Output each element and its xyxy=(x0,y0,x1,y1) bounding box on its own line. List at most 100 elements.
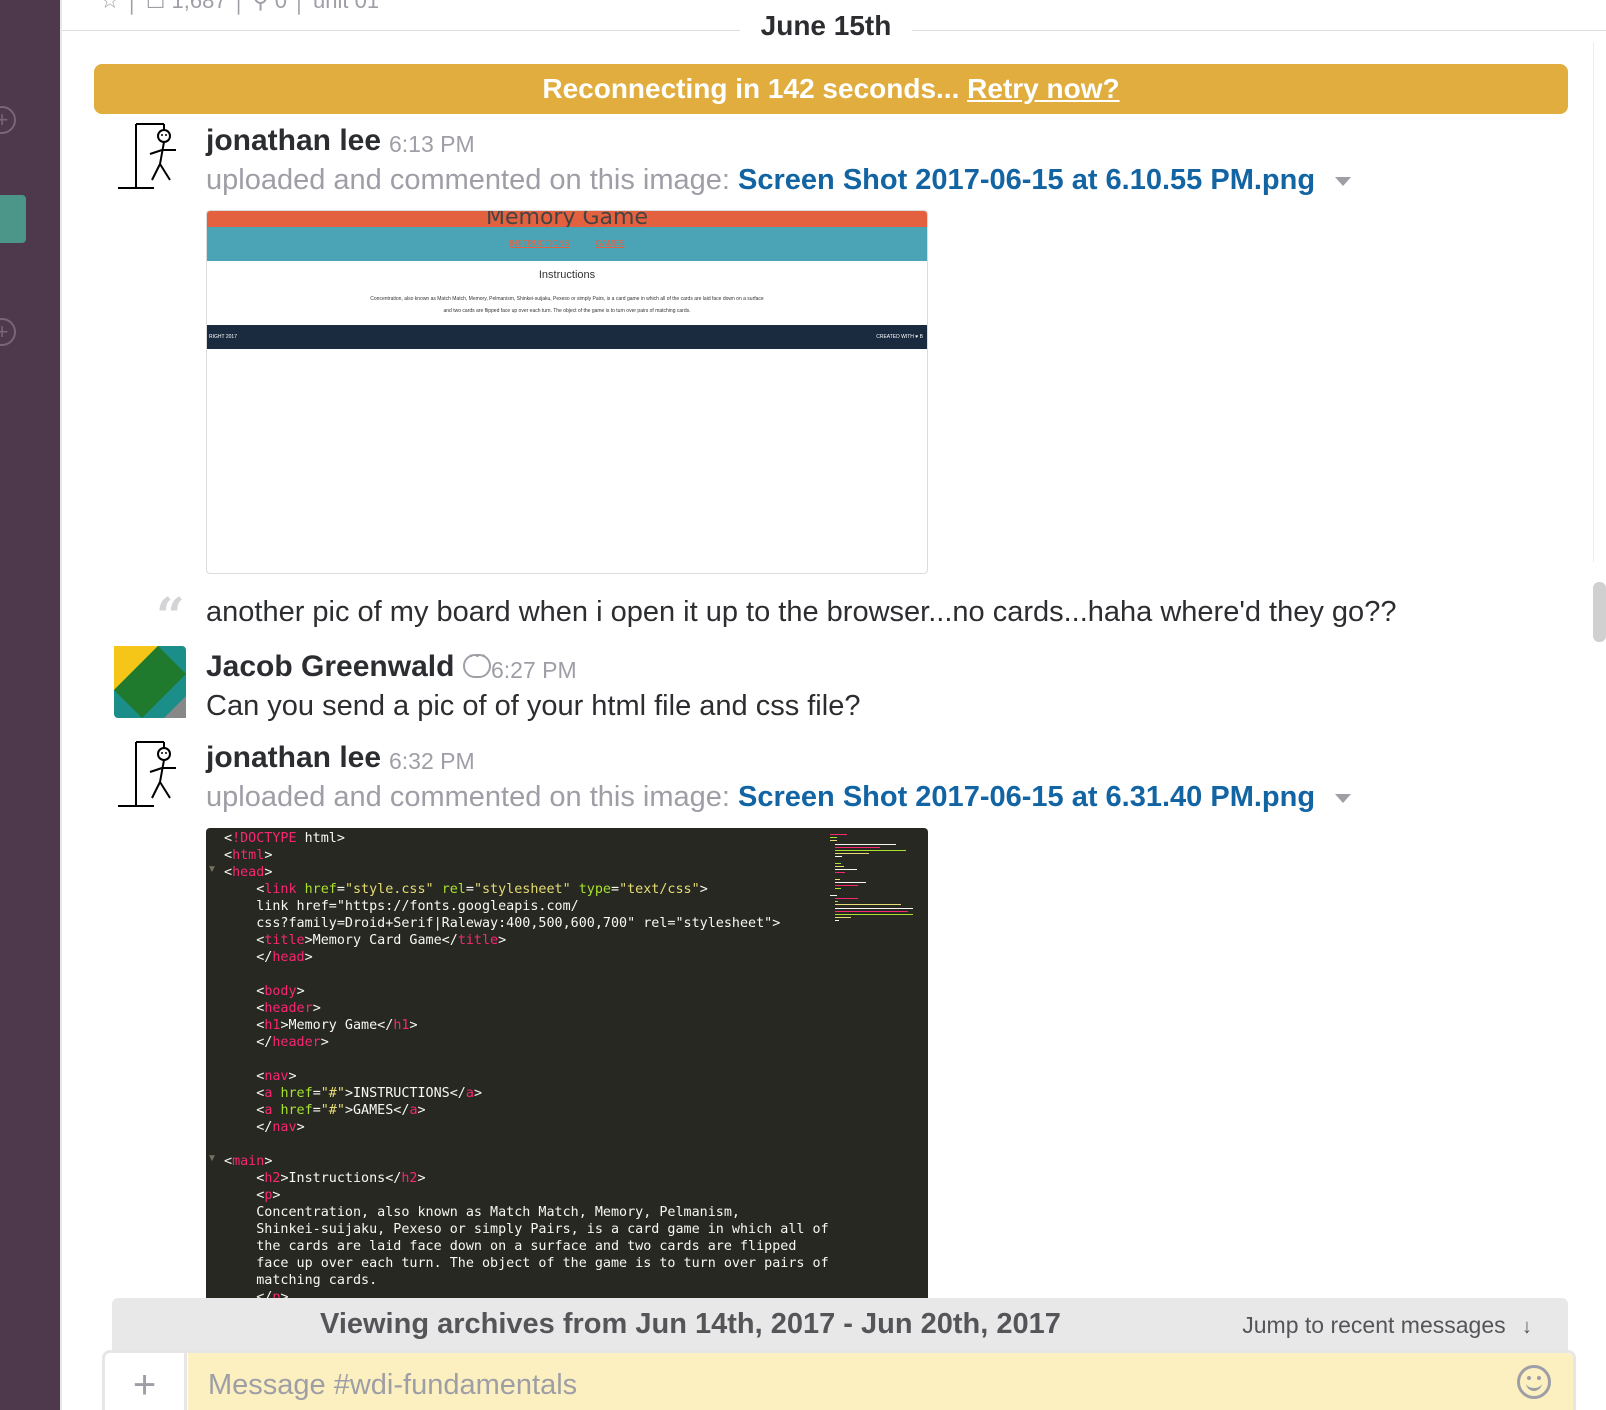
attach-plus-button[interactable]: + xyxy=(105,1353,187,1410)
colorful-logo-avatar-icon xyxy=(114,646,186,718)
file-dropdown-chevron-icon[interactable] xyxy=(1335,176,1352,186)
author-name: Jacob Greenwald xyxy=(206,650,455,683)
image-preview-screenshot-2[interactable]: <!DOCTYPE html> <html> <head> <link href="… xyxy=(206,828,928,1300)
scroll-track xyxy=(1593,42,1606,562)
message-composer: + xyxy=(102,1350,1576,1410)
code-line: <main> xyxy=(224,1154,273,1169)
minimap-line xyxy=(834,843,897,845)
message-timestamp[interactable]: 6:32 PM xyxy=(389,748,475,775)
code-line: <head> xyxy=(224,865,273,880)
jump-to-recent-label: Jump to recent messages xyxy=(1242,1312,1506,1338)
minimap-line xyxy=(834,917,852,919)
image-preview-screenshot-1[interactable]: Memory Game INSTRUCTIONS GAMES Instructi… xyxy=(206,210,928,574)
code-editor-text: <!DOCTYPE html> <html> <head> <link href="… xyxy=(224,830,829,1300)
code-line: matching cards. xyxy=(224,1273,378,1288)
code-line: </header> xyxy=(224,1035,329,1050)
preview-nav-item: GAMES xyxy=(595,239,625,248)
arrow-down-icon: ↓ xyxy=(1522,1316,1532,1338)
message-author[interactable]: jonathan lee xyxy=(206,741,381,775)
minimap-line xyxy=(834,856,843,858)
preview-footer: RIGHT 2017 CREATED WITH ♥ B xyxy=(207,325,927,349)
avatar-jonathan-lee[interactable] xyxy=(114,738,186,810)
file-link[interactable]: Screen Shot 2017-06-15 at 6.10.55 PM.png xyxy=(738,164,1315,196)
archive-range-text: Viewing archives from Jun 14th, 2017 - J… xyxy=(320,1308,1061,1340)
emoji-smiley-icon[interactable] xyxy=(1517,1365,1551,1399)
minimap-line xyxy=(834,904,901,906)
upload-prefix: uploaded and commented on this image: xyxy=(206,781,730,813)
message-timestamp[interactable]: 6:13 PM xyxy=(389,131,475,158)
upload-line: uploaded and commented on this image: Sc… xyxy=(206,164,1352,197)
preview-nav-item: INSTRUCTIONS xyxy=(509,239,570,248)
code-line: </nav> xyxy=(224,1120,305,1135)
comment-quote-icon: “ xyxy=(156,586,185,645)
code-line: <h2>Instructions</h2> xyxy=(224,1171,426,1186)
minimap-line xyxy=(834,869,857,871)
code-line: the cards are laid face down on a surfac… xyxy=(224,1239,797,1254)
code-line: link href="https://fonts.googleapis.com/ xyxy=(224,899,579,914)
minimap-line xyxy=(830,834,847,835)
code-line: face up over each turn. The object of th… xyxy=(224,1256,829,1271)
jump-to-recent-link[interactable]: Jump to recent messages ↓ xyxy=(1242,1312,1532,1339)
scrollbar-thumb[interactable] xyxy=(1593,582,1606,642)
fold-arrow-icon: ▼ xyxy=(207,1153,217,1164)
stick-figure-avatar-icon xyxy=(118,741,176,807)
code-line: <header> xyxy=(224,1001,321,1016)
preview-paragraph: Concentration, also known as Match Match… xyxy=(337,293,797,317)
minimap-line xyxy=(834,846,880,848)
workspace-sidebar: + + xyxy=(0,0,60,1410)
minimap-line xyxy=(834,901,839,903)
minimap-line xyxy=(834,920,840,922)
active-channel-indicator[interactable] xyxy=(0,195,26,243)
speech-bubble-status-icon xyxy=(462,648,491,678)
code-line: <h1>Memory Game</h1> xyxy=(224,1018,418,1033)
code-line: Concentration, also known as Match Match… xyxy=(224,1205,740,1220)
add-direct-message-plus-icon[interactable]: + xyxy=(0,318,16,346)
minimap-line xyxy=(834,907,913,909)
message-text: Can you send a pic of of your html file … xyxy=(206,690,861,722)
add-channel-plus-icon[interactable]: + xyxy=(0,106,16,134)
preview-paragraph-line: Concentration, also known as Match Match… xyxy=(370,296,764,302)
code-line: Shinkei-suijaku, Pexeso or simply Pairs,… xyxy=(224,1222,829,1237)
preview-heading: Instructions xyxy=(538,269,596,281)
code-line: ​ xyxy=(224,1051,829,1068)
code-minimap xyxy=(830,834,920,934)
file-dropdown-chevron-icon[interactable] xyxy=(1335,793,1352,803)
stick-figure-avatar-icon xyxy=(118,123,176,189)
retry-now-link[interactable]: Retry now? xyxy=(967,73,1119,104)
minimap-line xyxy=(834,853,869,855)
avatar-jonathan-lee[interactable] xyxy=(114,120,186,192)
upload-prefix: uploaded and commented on this image: xyxy=(206,164,730,196)
date-divider-line-right xyxy=(912,30,1606,31)
code-line: </head> xyxy=(224,950,313,965)
date-divider-line-left xyxy=(62,30,740,31)
archive-notice-bar: Viewing archives from Jun 14th, 2017 - J… xyxy=(112,1298,1568,1350)
code-line: <p> xyxy=(224,1188,281,1203)
fold-arrow-icon: ▼ xyxy=(207,864,217,875)
date-divider-label: June 15th xyxy=(760,10,892,41)
minimap-line xyxy=(834,914,913,915)
preview-footer-right: CREATED WITH ♥ B xyxy=(876,334,923,340)
code-line: <body> xyxy=(224,984,305,999)
upload-line: uploaded and commented on this image: Sc… xyxy=(206,781,1352,814)
sidebar-divider xyxy=(60,0,62,1410)
minimap-line xyxy=(834,866,844,867)
reconnecting-text: Reconnecting in 142 seconds... xyxy=(542,73,960,104)
avatar-jacob-greenwald[interactable] xyxy=(114,646,186,718)
minimap-line xyxy=(830,840,837,842)
code-line: <nav> xyxy=(224,1069,297,1084)
code-line: <html> xyxy=(224,848,273,863)
minimap-line xyxy=(834,862,842,864)
code-line: <a href="#">GAMES</a> xyxy=(224,1103,426,1118)
preview-nav: INSTRUCTIONS GAMES xyxy=(207,227,927,261)
message-author[interactable]: Jacob Greenwald xyxy=(206,648,491,684)
message-timestamp[interactable]: 6:27 PM xyxy=(491,657,577,684)
minimap-line xyxy=(834,885,858,887)
minimap-line xyxy=(834,898,858,899)
message-author[interactable]: jonathan lee xyxy=(206,124,381,158)
file-link[interactable]: Screen Shot 2017-06-15 at 6.31.40 PM.png xyxy=(738,781,1315,813)
code-line: ​ xyxy=(224,966,829,983)
message-input[interactable] xyxy=(188,1353,1573,1410)
minimap-line xyxy=(834,878,841,880)
minimap-line xyxy=(830,894,837,896)
file-comment-text: another pic of my board when i open it u… xyxy=(206,596,1397,628)
